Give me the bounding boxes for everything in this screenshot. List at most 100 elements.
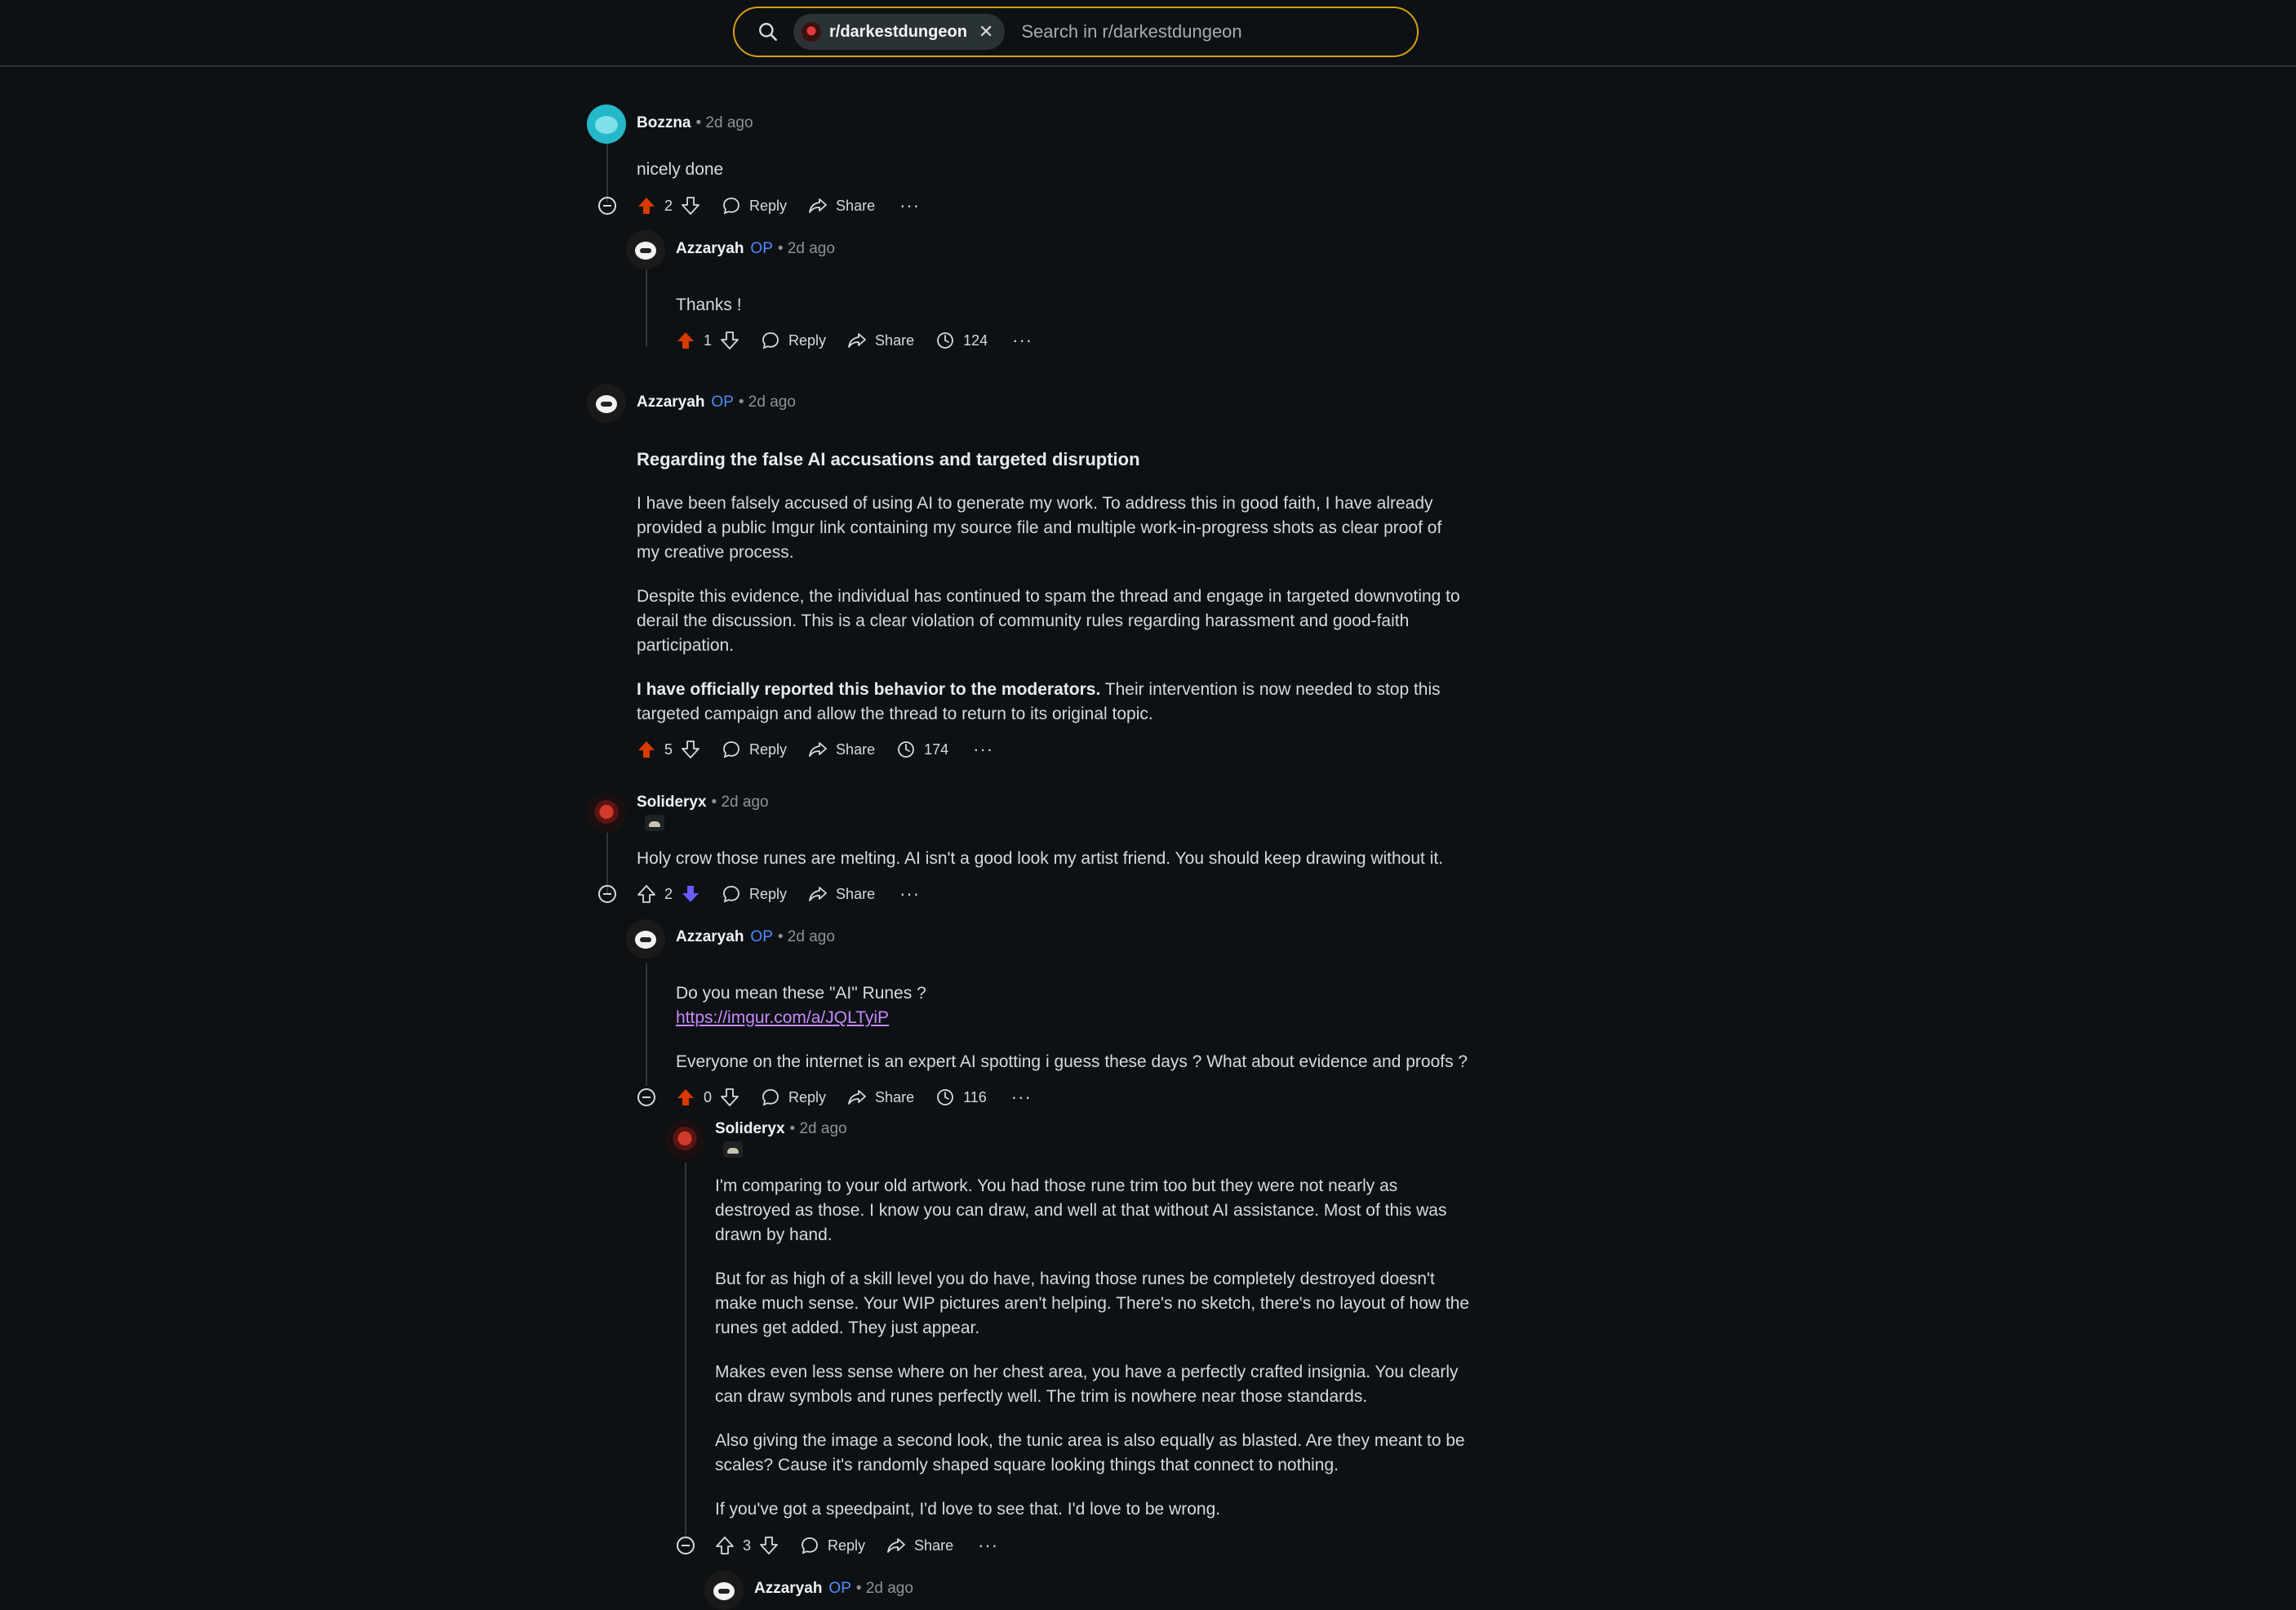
downvote-icon[interactable] <box>681 196 700 216</box>
more-options-button[interactable]: ··· <box>1012 330 1033 351</box>
reply-button[interactable]: Reply <box>722 884 787 904</box>
comment-meta: Solideryx • 2d ago <box>637 794 769 812</box>
share-button[interactable]: Share <box>847 1087 914 1107</box>
share-icon <box>809 742 827 757</box>
share-label: Share <box>836 885 876 902</box>
share-icon <box>848 1090 866 1105</box>
comment-icon <box>762 1089 779 1106</box>
views-indicator: 124 <box>935 331 988 350</box>
subreddit-chip-label: r/darkestdungeon <box>829 22 967 41</box>
downvote-icon[interactable] <box>720 331 739 350</box>
more-options-button[interactable]: ··· <box>899 883 920 905</box>
share-label: Share <box>875 1088 915 1105</box>
downvote-icon[interactable] <box>720 1087 739 1107</box>
views-icon <box>898 741 914 758</box>
avatar[interactable] <box>587 105 626 144</box>
share-button[interactable]: Share <box>808 196 875 216</box>
avatar[interactable] <box>626 230 665 269</box>
username[interactable]: Azzaryah <box>676 240 744 257</box>
avatar[interactable] <box>587 384 626 423</box>
share-button[interactable]: Share <box>808 740 875 759</box>
timestamp: • 2d ago <box>695 114 753 131</box>
share-label: Share <box>875 331 915 349</box>
comment-actions: 5 Reply Share 174 ··· <box>637 735 993 764</box>
upvote-icon[interactable] <box>637 740 656 759</box>
timestamp: • 2d ago <box>789 1120 847 1137</box>
collapse-icon[interactable] <box>677 1537 695 1554</box>
share-icon <box>809 887 827 901</box>
share-label: Share <box>836 197 876 214</box>
comment-paragraph: nicely done <box>637 160 724 179</box>
comment-paragraph: But for as high of a skill level you do … <box>715 1270 1470 1337</box>
views-indicator: 174 <box>896 740 948 759</box>
username[interactable]: Azzaryah <box>754 1580 822 1597</box>
comment-paragraph: Makes even less sense where on her chest… <box>715 1363 1459 1406</box>
more-options-button[interactable]: ··· <box>978 1535 998 1556</box>
avatar[interactable] <box>587 794 626 833</box>
reply-label: Reply <box>749 197 788 214</box>
share-button[interactable]: Share <box>886 1536 953 1555</box>
comment-paragraph: I have been falsely accused of using AI … <box>637 494 1442 562</box>
comment-meta: Azzaryah OP • 2d ago <box>676 240 835 258</box>
reply-label: Reply <box>788 331 827 349</box>
username[interactable]: Azzaryah <box>676 928 744 945</box>
comment-body: Thanks ! <box>676 293 1459 318</box>
comment-body: nicely done <box>637 158 1469 182</box>
share-label: Share <box>914 1537 954 1554</box>
thread-line <box>606 826 608 893</box>
upvote-icon[interactable] <box>637 196 656 216</box>
collapse-icon[interactable] <box>637 1088 655 1106</box>
avatar[interactable] <box>665 1120 704 1159</box>
comment-paragraph: I'm comparing to your old artwork. You h… <box>715 1176 1447 1244</box>
more-options-button[interactable]: ··· <box>973 739 993 760</box>
share-button[interactable]: Share <box>847 331 914 350</box>
downvote-icon[interactable] <box>681 884 700 904</box>
user-flair-icon <box>723 1141 743 1158</box>
search-box[interactable]: r/darkestdungeon ✕ <box>733 7 1419 57</box>
comment-meta: Azzaryah OP • 2d ago <box>637 394 796 411</box>
comment-actions: 2 Reply Share ··· <box>637 879 920 909</box>
username[interactable]: Solideryx <box>637 794 707 811</box>
more-options-button[interactable]: ··· <box>1011 1087 1032 1108</box>
views-icon <box>937 1089 953 1105</box>
upvote-icon[interactable] <box>637 884 656 904</box>
reply-button[interactable]: Reply <box>761 331 826 350</box>
comment-body: I'm comparing to your old artwork. You h… <box>715 1174 1474 1522</box>
upvote-icon[interactable] <box>676 1087 695 1107</box>
comment-meta: Azzaryah OP • 2d ago <box>754 1580 913 1598</box>
comment-meta: Solideryx • 2d ago <box>715 1120 847 1138</box>
collapse-icon[interactable] <box>598 885 616 903</box>
op-badge: OP <box>828 1580 851 1597</box>
comment-paragraph: Also giving the image a second look, the… <box>715 1431 1465 1474</box>
username[interactable]: Azzaryah <box>637 394 704 411</box>
comment-actions: 3 Reply Share ··· <box>715 1531 998 1560</box>
comment-body: Holy crow those runes are melting. AI is… <box>637 847 1469 871</box>
share-button[interactable]: Share <box>808 884 875 904</box>
username[interactable]: Solideryx <box>715 1120 785 1137</box>
upvote-icon[interactable] <box>715 1536 735 1555</box>
upvote-icon[interactable] <box>676 331 695 350</box>
search-input[interactable] <box>1019 20 1417 43</box>
reply-button[interactable]: Reply <box>722 740 787 759</box>
close-icon[interactable]: ✕ <box>979 21 993 42</box>
downvote-icon[interactable] <box>681 740 700 759</box>
reply-button[interactable]: Reply <box>800 1536 865 1555</box>
subreddit-chip[interactable]: r/darkestdungeon ✕ <box>793 14 1006 50</box>
share-icon <box>848 333 866 348</box>
reply-button[interactable]: Reply <box>722 196 787 216</box>
bold-lead: I have officially reported this behavior… <box>637 680 1101 699</box>
more-options-button[interactable]: ··· <box>899 195 920 216</box>
comment-body: Do you mean these "AI" Runes ? https://i… <box>676 981 1476 1074</box>
collapse-icon[interactable] <box>598 197 616 215</box>
reply-label: Reply <box>788 1088 827 1105</box>
comment-body: Regarding the false AI accusations and t… <box>637 447 1469 727</box>
username[interactable]: Bozzna <box>637 114 691 131</box>
imgur-link[interactable]: https://imgur.com/a/JQLTyiP <box>676 1008 889 1027</box>
comment-meta: Azzaryah OP • 2d ago <box>676 928 835 946</box>
reply-button[interactable]: Reply <box>761 1087 826 1107</box>
vote-count: 2 <box>664 885 673 902</box>
avatar[interactable] <box>626 919 665 958</box>
subreddit-icon <box>802 22 821 42</box>
downvote-icon[interactable] <box>759 1536 779 1555</box>
timestamp: • 2d ago <box>777 928 835 945</box>
